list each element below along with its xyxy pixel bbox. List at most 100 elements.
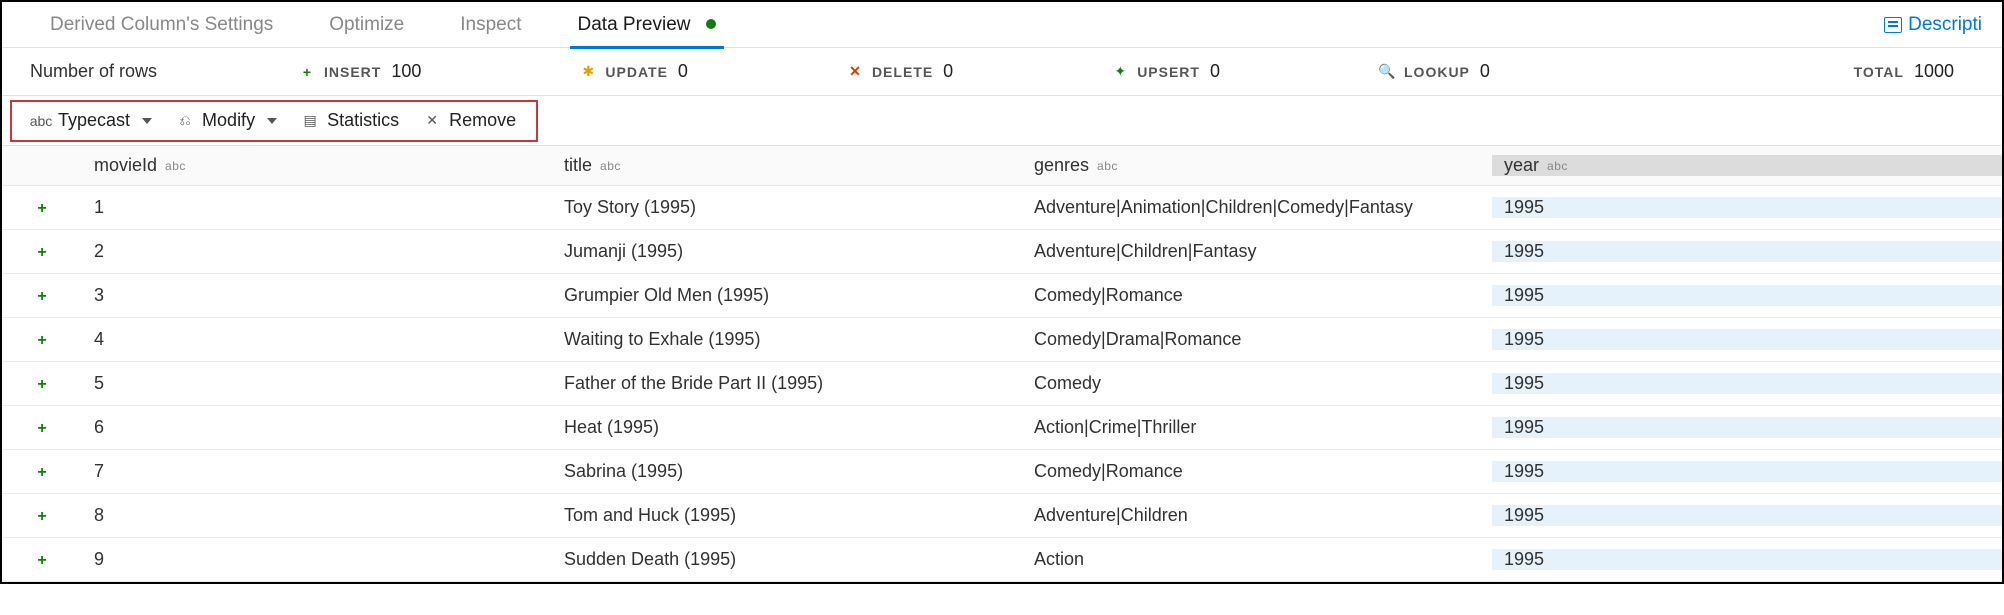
cell-year: 1995 — [1492, 373, 2002, 394]
stat-value: 0 — [943, 61, 953, 82]
cell-genres: Adventure|Children|Fantasy — [1022, 241, 1492, 262]
row-expand[interactable]: + — [2, 417, 82, 438]
plus-icon: + — [37, 376, 46, 393]
plus-icon: + — [37, 464, 46, 481]
plus-icon: + — [37, 420, 46, 437]
description-link[interactable]: Descripti — [1884, 14, 1982, 36]
comment-icon — [1884, 17, 1902, 33]
close-icon: ✕ — [423, 112, 441, 130]
description-label: Descripti — [1908, 14, 1982, 36]
plus-icon: + — [37, 200, 46, 217]
column-header-year[interactable]: year abc — [1492, 155, 2002, 176]
cell-movieid: 4 — [82, 329, 552, 350]
stat-name: TOTAL — [1854, 64, 1904, 80]
spark-icon: ✱ — [581, 65, 595, 79]
stat-value: 0 — [678, 61, 688, 82]
cell-genres: Comedy|Romance — [1022, 461, 1492, 482]
chevron-down-icon — [142, 118, 152, 124]
x-icon: ✕ — [848, 65, 862, 79]
button-label: Remove — [449, 110, 516, 131]
stat-name: UPSERT — [1137, 64, 1200, 80]
status-dot-icon — [706, 19, 716, 29]
column-label: title — [564, 155, 592, 176]
table-header: movieId abc title abc genres abc year ab… — [2, 146, 2002, 186]
table-row[interactable]: +2Jumanji (1995)Adventure|Children|Fanta… — [2, 230, 2002, 274]
cell-movieid: 8 — [82, 505, 552, 526]
plus-icon: + — [37, 244, 46, 261]
table-body: +1Toy Story (1995)Adventure|Animation|Ch… — [2, 186, 2002, 582]
table-row[interactable]: +5Father of the Bride Part II (1995)Come… — [2, 362, 2002, 406]
tab-derived-column-settings[interactable]: Derived Column's Settings — [22, 2, 301, 48]
plus-icon: + — [37, 332, 46, 349]
cell-genres: Adventure|Children — [1022, 505, 1492, 526]
type-badge: abc — [1547, 159, 1568, 173]
row-expand[interactable]: + — [2, 461, 82, 482]
stat-name: DELETE — [872, 64, 933, 80]
row-expand[interactable]: + — [2, 373, 82, 394]
cell-year: 1995 — [1492, 241, 2002, 262]
cell-title: Jumanji (1995) — [552, 241, 1022, 262]
row-expand[interactable]: + — [2, 505, 82, 526]
column-header-genres[interactable]: genres abc — [1022, 155, 1492, 176]
branch-icon: ⎌ — [176, 112, 194, 130]
row-expand[interactable]: + — [2, 329, 82, 350]
typecast-button[interactable]: abc Typecast — [22, 103, 162, 139]
statistics-button[interactable]: ▤ Statistics — [291, 103, 409, 139]
plus-icon: + — [37, 552, 46, 569]
table-row[interactable]: +9Sudden Death (1995)Action1995 — [2, 538, 2002, 582]
tab-inspect[interactable]: Inspect — [432, 2, 549, 48]
row-expand[interactable]: + — [2, 197, 82, 218]
column-label: genres — [1034, 155, 1089, 176]
cell-title: Tom and Huck (1995) — [552, 505, 1022, 526]
cell-movieid: 7 — [82, 461, 552, 482]
cell-genres: Action — [1022, 549, 1492, 570]
stat-value: 0 — [1210, 61, 1220, 82]
remove-button[interactable]: ✕ Remove — [413, 103, 526, 139]
cell-year: 1995 — [1492, 505, 2002, 526]
cell-genres: Action|Crime|Thriller — [1022, 417, 1492, 438]
table-row[interactable]: +3Grumpier Old Men (1995)Comedy|Romance1… — [2, 274, 2002, 318]
upsert-icon: ✦ — [1113, 65, 1127, 79]
modify-button[interactable]: ⎌ Modify — [166, 103, 287, 139]
column-header-title[interactable]: title abc — [552, 155, 1022, 176]
cell-movieid: 5 — [82, 373, 552, 394]
column-header-movieid[interactable]: movieId abc — [82, 155, 552, 176]
abc-icon: abc — [32, 112, 50, 130]
chevron-down-icon — [267, 118, 277, 124]
stat-value: 100 — [391, 61, 421, 82]
search-icon: 🔍 — [1380, 65, 1394, 79]
cell-year: 1995 — [1492, 549, 2002, 570]
cell-movieid: 6 — [82, 417, 552, 438]
cell-movieid: 9 — [82, 549, 552, 570]
plus-icon: + — [37, 288, 46, 305]
row-expand[interactable]: + — [2, 285, 82, 306]
table-row[interactable]: +8Tom and Huck (1995)Adventure|Children1… — [2, 494, 2002, 538]
column-label: year — [1504, 155, 1539, 176]
cell-year: 1995 — [1492, 417, 2002, 438]
stat-name: UPDATE — [605, 64, 668, 80]
row-expand[interactable]: + — [2, 241, 82, 262]
row-count-label: Number of rows — [30, 61, 300, 82]
row-expand[interactable]: + — [2, 549, 82, 570]
button-label: Statistics — [327, 110, 399, 131]
tab-label: Data Preview — [578, 14, 691, 35]
button-label: Modify — [202, 110, 255, 131]
button-label: Typecast — [58, 110, 130, 131]
column-label: movieId — [94, 155, 157, 176]
cell-title: Sabrina (1995) — [552, 461, 1022, 482]
column-toolbar: abc Typecast ⎌ Modify ▤ Statistics ✕ Rem… — [10, 100, 538, 142]
stat-name: LOOKUP — [1404, 64, 1470, 80]
type-badge: abc — [1097, 159, 1118, 173]
cell-year: 1995 — [1492, 197, 2002, 218]
table-row[interactable]: +7Sabrina (1995)Comedy|Romance1995 — [2, 450, 2002, 494]
cell-title: Grumpier Old Men (1995) — [552, 285, 1022, 306]
table-row[interactable]: +4Waiting to Exhale (1995)Comedy|Drama|R… — [2, 318, 2002, 362]
table-row[interactable]: +1Toy Story (1995)Adventure|Animation|Ch… — [2, 186, 2002, 230]
cell-year: 1995 — [1492, 285, 2002, 306]
tab-data-preview[interactable]: Data Preview — [550, 2, 744, 48]
tab-optimize[interactable]: Optimize — [301, 2, 432, 48]
cell-movieid: 3 — [82, 285, 552, 306]
cell-title: Waiting to Exhale (1995) — [552, 329, 1022, 350]
table-row[interactable]: +6Heat (1995)Action|Crime|Thriller1995 — [2, 406, 2002, 450]
stat-upsert: ✦ UPSERT 0 — [1113, 61, 1220, 82]
